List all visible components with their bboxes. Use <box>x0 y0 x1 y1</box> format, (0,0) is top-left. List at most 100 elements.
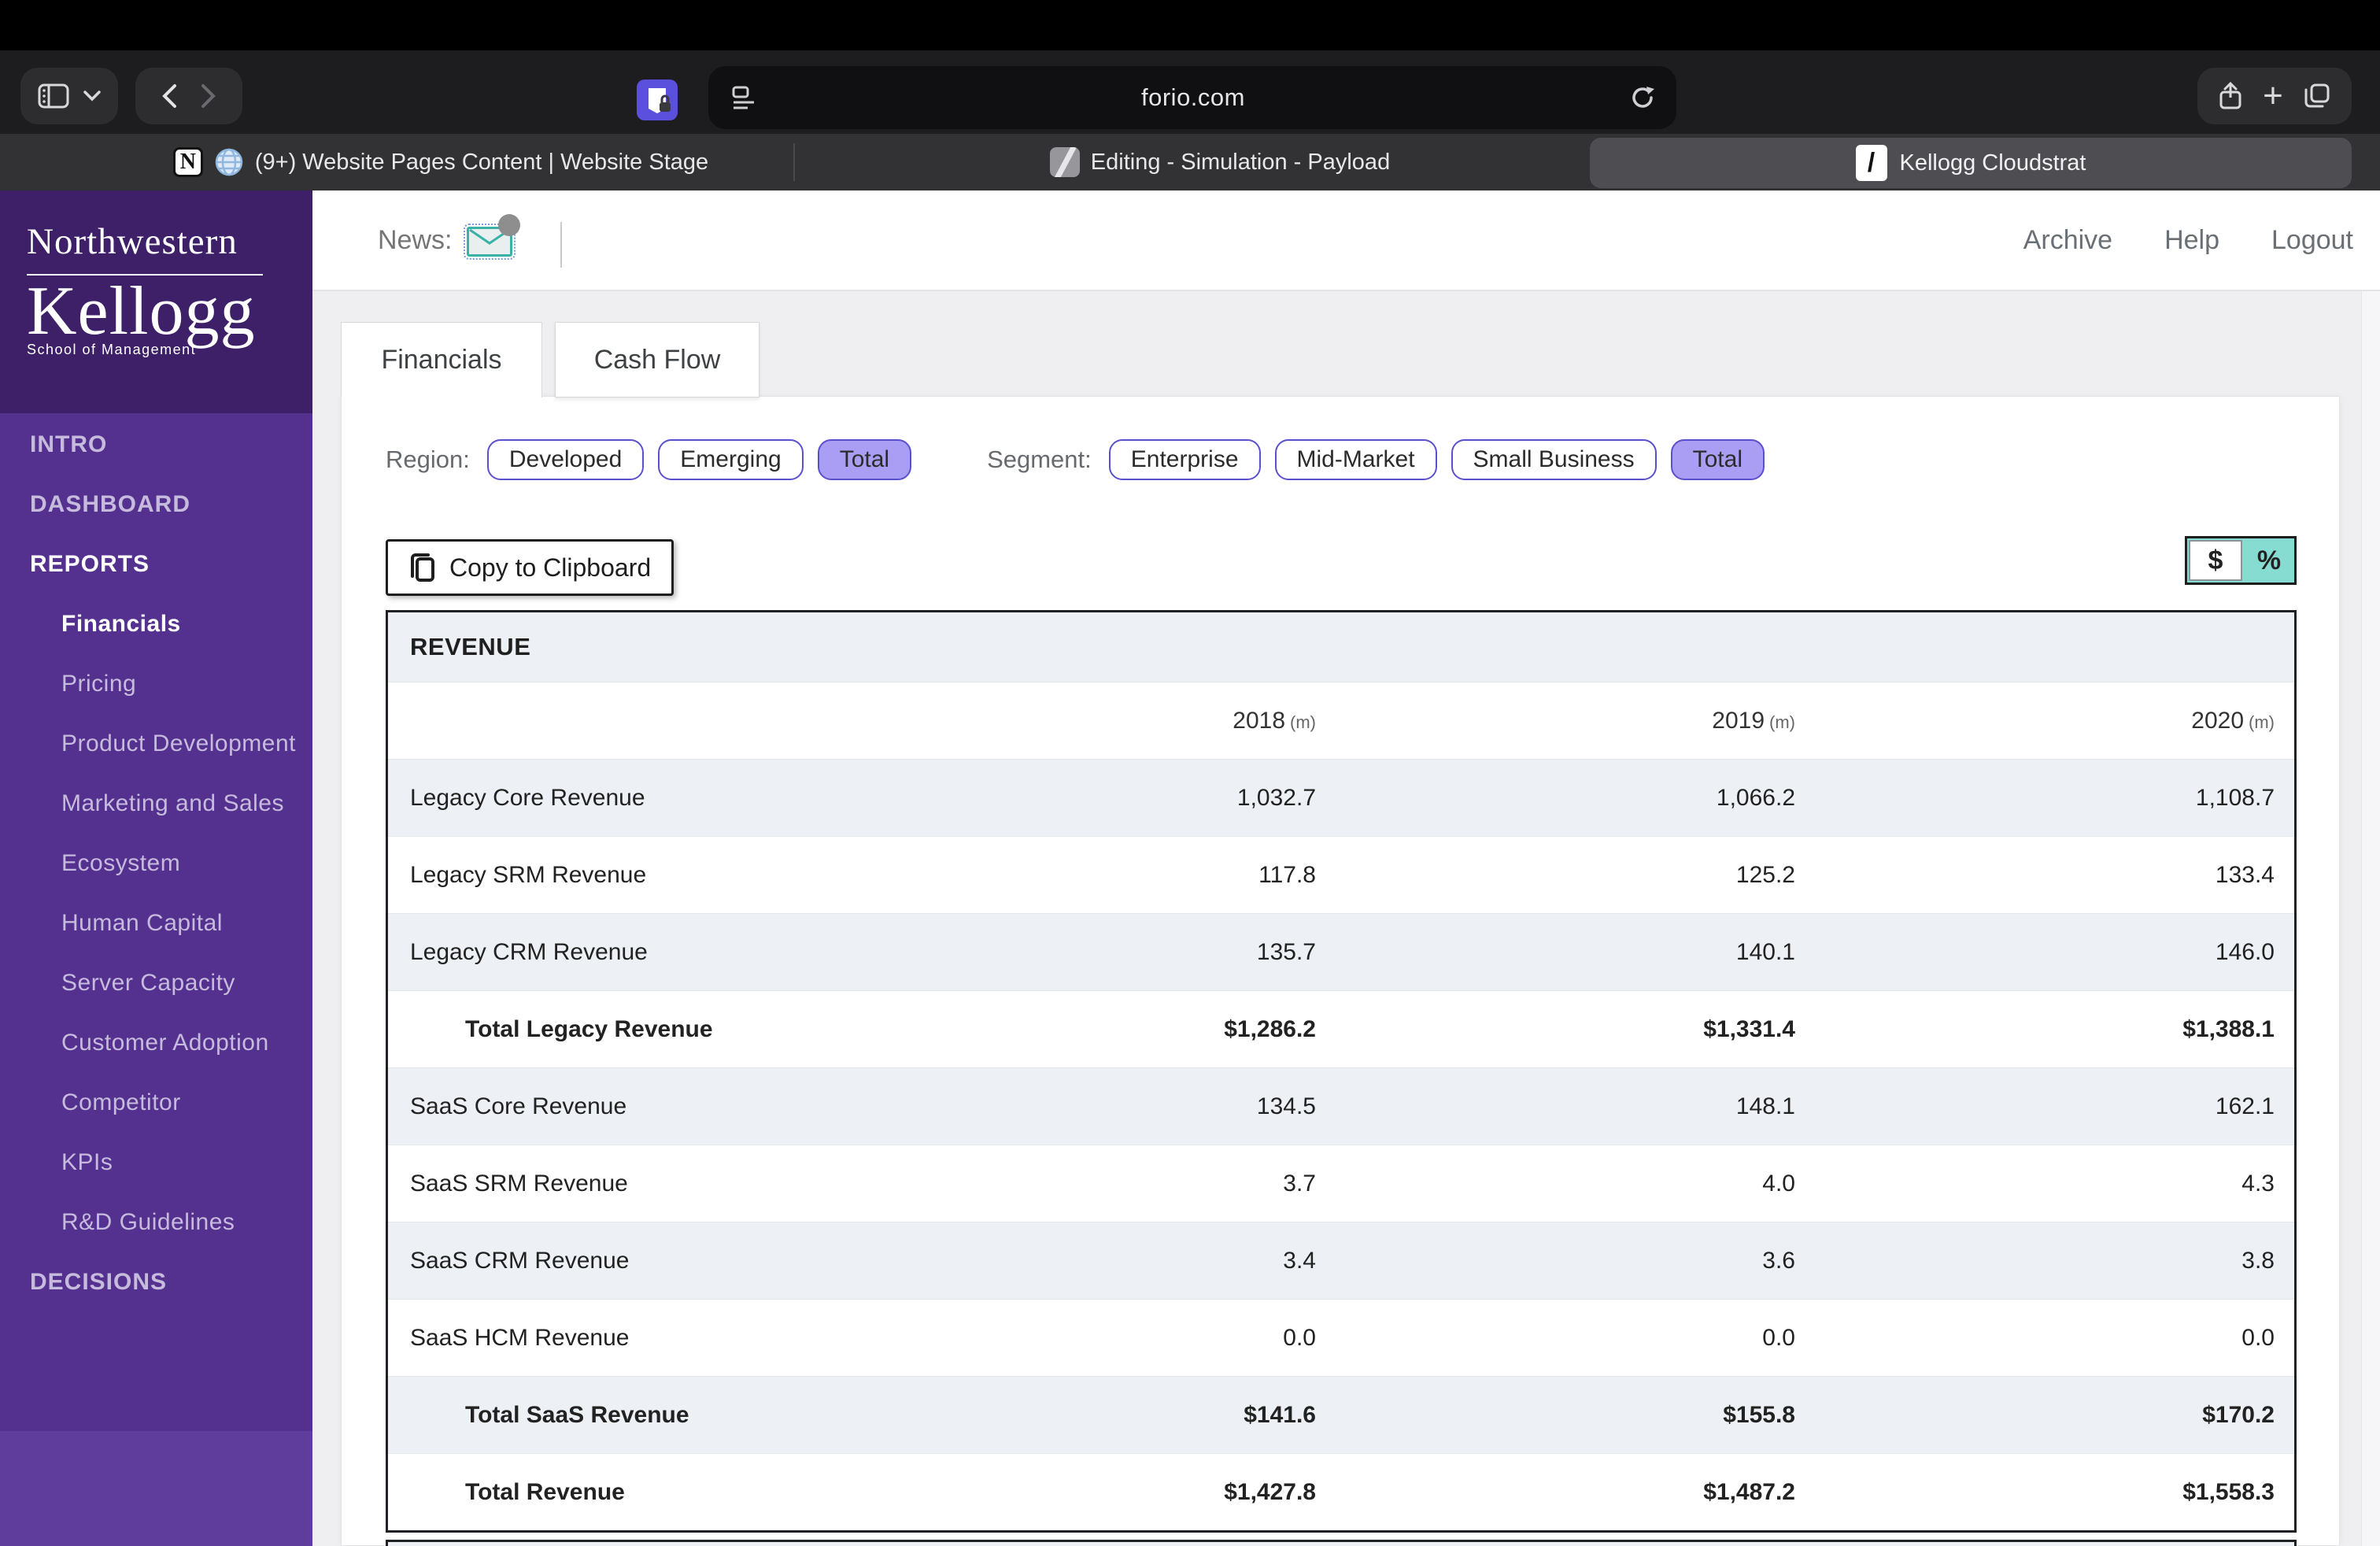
sidebar-item-pricing[interactable]: Pricing <box>0 671 312 697</box>
sidebar-item-kpis[interactable]: KPIs <box>0 1149 312 1176</box>
table-section-header: REVENUE <box>388 612 2294 682</box>
tab-divider <box>793 143 795 181</box>
reader-view-icon[interactable] <box>730 84 757 111</box>
row-value: 4.0 <box>1762 1170 1795 1196</box>
row-value: 146.0 <box>2215 938 2275 965</box>
forward-button[interactable] <box>201 83 216 109</box>
sidebar-toggle-button[interactable] <box>20 68 118 124</box>
help-link[interactable]: Help <box>2164 225 2219 256</box>
sidebar-item-decisions[interactable]: DECISIONS <box>0 1269 312 1296</box>
sidebar-item-product-development[interactable]: Product Development <box>0 730 312 757</box>
segment-label: Segment: <box>987 446 1092 473</box>
window-actions: + <box>2197 68 2352 124</box>
sidebar-item-dashboard[interactable]: DASHBOARD <box>0 491 312 518</box>
segment-pill-small-business[interactable]: Small Business <box>1451 439 1657 480</box>
row-value: $1,427.8 <box>1224 1478 1316 1505</box>
row-value: $155.8 <box>1723 1401 1795 1428</box>
sidebar-item-competitor[interactable]: Competitor <box>0 1089 312 1116</box>
row-label: Total Legacy Revenue <box>465 1015 713 1042</box>
sidebar-panel-icon <box>38 83 69 109</box>
sidebar-footer <box>0 1431 312 1546</box>
row-value: 4.3 <box>2241 1170 2275 1196</box>
unit-toggle[interactable]: $% <box>2185 536 2297 585</box>
sidebar-item-intro[interactable]: INTRO <box>0 431 312 458</box>
sidebar-nav: INTRO DASHBOARD REPORTS Financials Pricing Pr… <box>0 431 312 1329</box>
table-row-legacy-crm-revenue: Legacy CRM Revenue 135.7 140.1 146.0 <box>388 913 2294 990</box>
table-row-total-saas-revenue: Total SaaS Revenue $141.6 $155.8 $170.2 <box>388 1376 2294 1453</box>
sidebar-item-server-capacity[interactable]: Server Capacity <box>0 970 312 997</box>
row-label: Total SaaS Revenue <box>465 1401 689 1428</box>
row-value: 1,032.7 <box>1236 784 1316 811</box>
revenue-table: REVENUE 2018 (m) 2019 (m) 2020 (m) Legacy Cor… <box>386 610 2297 1533</box>
tab-title: (9+) Website Pages Content | Website Sta… <box>254 149 709 175</box>
region-pill-developed[interactable]: Developed <box>486 439 645 480</box>
year-column-header: 2020 (m) <box>2191 707 2275 734</box>
segment-pill-mid-market[interactable]: Mid-Market <box>1274 439 1437 480</box>
table-row-legacy-srm-revenue: Legacy SRM Revenue 117.8 125.2 133.4 <box>388 836 2294 913</box>
row-value: 1,066.2 <box>1716 784 1795 811</box>
chevron-down-icon <box>83 91 101 102</box>
row-value: 134.5 <box>1256 1093 1316 1119</box>
tab-cash-flow[interactable]: Cash Flow <box>555 322 759 398</box>
forio-icon: / <box>1855 145 1887 181</box>
notion-icon: N <box>172 147 203 177</box>
tab-financials[interactable]: Financials <box>341 322 542 398</box>
year-column-header: 2018 (m) <box>1232 707 1316 734</box>
region-label: Region: <box>386 446 470 473</box>
tab-kellogg-cloudstrat[interactable]: / Kellogg Cloudstrat <box>1590 138 2352 188</box>
unit-option-dollar[interactable]: $ <box>2189 540 2242 581</box>
sidebar-item-reports[interactable]: REPORTS <box>0 551 312 578</box>
table-row-total-revenue: Total Revenue $1,427.8 $1,487.2 $1,558.3 <box>388 1453 2294 1530</box>
sidebar-item-marketing-and-sales[interactable]: Marketing and Sales <box>0 790 312 817</box>
logo-northwestern: Northwestern <box>27 221 238 262</box>
row-value: 133.4 <box>2215 861 2275 888</box>
year-column-header: 2019 (m) <box>1712 707 1795 734</box>
browser-toolbar: forio.com + <box>0 50 2380 134</box>
table-row-saas-core-revenue: SaaS Core Revenue 134.5 148.1 162.1 <box>388 1067 2294 1145</box>
table-row-saas-hcm-revenue: SaaS HCM Revenue 0.0 0.0 0.0 <box>388 1299 2294 1376</box>
new-tab-icon[interactable]: + <box>2263 79 2283 113</box>
region-pill-total[interactable]: Total <box>817 439 912 480</box>
segment-pill-total[interactable]: Total <box>1670 439 1765 480</box>
row-value: 0.0 <box>1762 1324 1795 1351</box>
next-table-edge <box>386 1540 2297 1546</box>
sidebar-item-human-capital[interactable]: Human Capital <box>0 910 312 937</box>
url-bar[interactable]: forio.com <box>708 66 1676 129</box>
table-row-saas-srm-revenue: SaaS SRM Revenue 3.7 4.0 4.3 <box>388 1145 2294 1222</box>
reload-icon[interactable] <box>1629 84 1656 111</box>
sidebar-item-r-d-guidelines[interactable]: R&D Guidelines <box>0 1209 312 1236</box>
url-text[interactable]: forio.com <box>757 83 1629 112</box>
row-value: 140.1 <box>1735 938 1795 965</box>
row-value: $1,331.4 <box>1703 1015 1795 1042</box>
tab-editing-simulation[interactable]: Editing - Simulation - Payload <box>866 134 1574 190</box>
row-value: 125.2 <box>1735 861 1795 888</box>
logout-link[interactable]: Logout <box>2271 225 2353 256</box>
segment-pill-enterprise[interactable]: Enterprise <box>1108 439 1261 480</box>
row-value: 135.7 <box>1256 938 1316 965</box>
back-button[interactable] <box>161 83 177 109</box>
row-value: 3.8 <box>2241 1247 2275 1274</box>
row-label: Total Revenue <box>465 1478 625 1505</box>
header-divider <box>560 222 562 268</box>
row-value: 3.6 <box>1762 1247 1795 1274</box>
sidebar-item-financials[interactable]: Financials <box>0 611 312 638</box>
extension-icon[interactable] <box>636 79 678 121</box>
sidebar-item-ecosystem[interactable]: Ecosystem <box>0 850 312 877</box>
tab-overview-icon[interactable] <box>2304 83 2330 109</box>
row-label: SaaS HCM Revenue <box>410 1324 630 1351</box>
scrollbar-track[interactable] <box>2361 190 2380 1546</box>
copy-to-clipboard-button[interactable]: Copy to Clipboard <box>386 539 674 596</box>
table-title: REVENUE <box>410 633 531 660</box>
share-icon[interactable] <box>2219 82 2242 110</box>
tab-website-pages[interactable]: N (9+) Website Pages Content | Website S… <box>94 134 787 190</box>
row-value: $1,388.1 <box>2182 1015 2275 1042</box>
app-icon <box>1049 147 1080 177</box>
unit-option-percent[interactable]: % <box>2244 538 2294 583</box>
row-label: Legacy Core Revenue <box>410 784 645 811</box>
filter-row: Region: Developed Emerging Total Segment: … <box>386 439 1779 480</box>
table-row-legacy-core-revenue: Legacy Core Revenue 1,032.7 1,066.2 1,108.7 <box>388 759 2294 836</box>
archive-link[interactable]: Archive <box>2023 225 2112 256</box>
sidebar: Northwestern Kellogg School of Managemen… <box>0 190 312 1546</box>
sidebar-item-customer-adoption[interactable]: Customer Adoption <box>0 1030 312 1056</box>
region-pill-emerging[interactable]: Emerging <box>658 439 804 480</box>
